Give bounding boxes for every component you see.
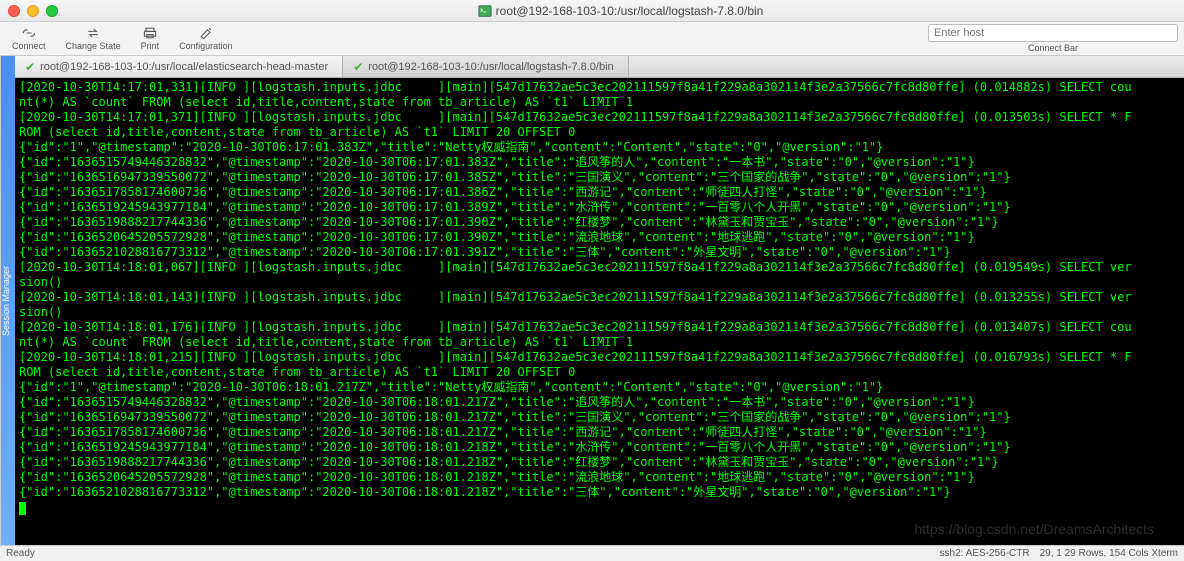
- status-ssh: ssh2: AES-256-CTR: [940, 548, 1030, 559]
- cursor-icon: [19, 502, 26, 515]
- check-icon: ✔: [353, 60, 363, 74]
- titlebar: root@192-168-103-10:/usr/local/logstash-…: [0, 0, 1184, 22]
- toolbar: Connect Change State Print Configuration…: [0, 22, 1184, 56]
- tab-label: root@192-168-103-10:/usr/local/logstash-…: [368, 61, 613, 73]
- terminal-output[interactable]: [2020-10-30T14:17:01,331][INFO ][logstas…: [15, 78, 1184, 545]
- host-input[interactable]: [928, 24, 1178, 42]
- tab-es-head[interactable]: ✔ root@192-168-103-10:/usr/local/elastics…: [15, 56, 343, 77]
- maximize-icon[interactable]: [46, 5, 58, 17]
- terminal-icon: [478, 4, 492, 18]
- status-ready: Ready: [6, 548, 35, 559]
- connect-bar: Connect Bar: [928, 24, 1178, 53]
- connect-button[interactable]: Connect: [6, 24, 52, 54]
- tab-label: root@192-168-103-10:/usr/local/elasticse…: [40, 61, 328, 73]
- connect-bar-label: Connect Bar: [1028, 43, 1078, 53]
- tab-logstash[interactable]: ✔ root@192-168-103-10:/usr/local/logstash…: [343, 56, 628, 77]
- window-title: root@192-168-103-10:/usr/local/logstash-…: [65, 4, 1176, 18]
- status-pos: 29, 1 29 Rows, 154 Cols Xterm: [1040, 548, 1178, 559]
- close-icon[interactable]: [8, 5, 20, 17]
- status-bar: Ready ssh2: AES-256-CTR 29, 1 29 Rows, 1…: [0, 545, 1184, 561]
- minimize-icon[interactable]: [27, 5, 39, 17]
- change-state-button[interactable]: Change State: [60, 24, 127, 54]
- watermark: https://blog.csdn.net/DreamsArchitects: [914, 521, 1154, 537]
- print-button[interactable]: Print: [135, 24, 166, 54]
- check-icon: ✔: [25, 60, 35, 74]
- configuration-button[interactable]: Configuration: [173, 24, 239, 54]
- tab-bar: ✔ root@192-168-103-10:/usr/local/elastics…: [15, 56, 1184, 78]
- session-manager-tab[interactable]: Session Manager: [0, 56, 15, 545]
